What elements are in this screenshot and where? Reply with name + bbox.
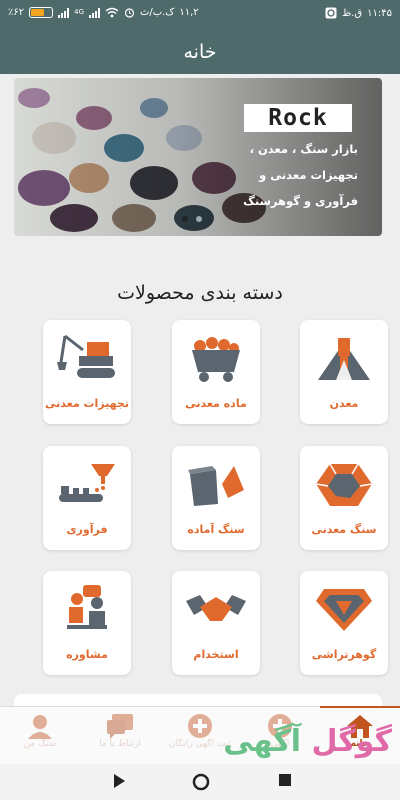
category-label: استخدام: [193, 648, 239, 661]
watermark: گوگل آگهی: [142, 724, 392, 759]
banner-logo: Rock: [244, 104, 352, 132]
day-marker: ق.ظ: [341, 7, 363, 19]
slider-dots: [182, 216, 202, 222]
speed-value: ۱۱,۲: [179, 7, 199, 18]
signal-2-icon: [89, 7, 101, 18]
category-label: فرآوری: [66, 523, 108, 536]
category-processing[interactable]: فرآوری: [43, 446, 131, 550]
app-notification-icon: [325, 7, 337, 19]
page-title: خانه: [183, 41, 217, 63]
watermark-part-1: گوگل: [311, 724, 392, 759]
back-icon[interactable]: [112, 773, 126, 789]
category-label: سنگ معدنی: [311, 523, 377, 536]
category-label: تجهیزات معدنی: [45, 397, 129, 410]
banner-slider[interactable]: Rock بازار سنگ ، معدن ، تجهیزات معدنی و …: [14, 78, 382, 236]
network-tag: 4G: [74, 8, 85, 16]
category-employment[interactable]: استخدام: [172, 571, 260, 675]
clock: ۱۱:۴۵: [367, 7, 392, 19]
banner-text: بازار سنگ ، معدن ، تجهیزات معدنی و فرآور…: [198, 136, 358, 214]
banner-line-3: فرآوری و گوهرسنگ: [243, 194, 358, 208]
nav-my-stone[interactable]: سنگ من: [0, 707, 80, 765]
processing-funnel-icon: [59, 464, 115, 502]
battery-icon: [29, 7, 54, 18]
recents-icon[interactable]: [278, 773, 292, 787]
category-ready-stone[interactable]: سنگ آماده: [172, 446, 260, 550]
category-label: گوهرتراشی: [311, 648, 377, 661]
category-consultation[interactable]: مشاوره: [43, 571, 131, 675]
status-bar: ٪۶۲ 4G ک.ب/ث ۱۱,۲ ق.ظ ۱۱:۴۵: [0, 0, 400, 30]
signal-icon: [58, 7, 70, 18]
category-label: سنگ آماده: [187, 523, 245, 536]
category-label: معدن: [329, 397, 359, 410]
mine-icon: [318, 338, 370, 380]
wifi-icon: [105, 7, 119, 18]
category-gem-cutting[interactable]: گوهرتراشی: [300, 571, 388, 675]
alarm-icon: [124, 8, 135, 18]
status-right: ق.ظ ۱۱:۴۵: [325, 7, 392, 19]
status-left: ٪۶۲ 4G ک.ب/ث ۱۱,۲: [8, 7, 199, 18]
home-circle-icon[interactable]: [192, 773, 210, 791]
mine-cart-icon: [192, 337, 240, 382]
handshake-icon: [186, 595, 246, 621]
category-label: ماده معدنی: [185, 397, 247, 410]
slider-dot-2[interactable]: [196, 216, 202, 222]
category-mine[interactable]: معدن: [300, 320, 388, 424]
speed-unit: ک.ب/ث: [140, 7, 175, 18]
cut-stone-icon: [188, 466, 244, 506]
system-nav-bar: [0, 764, 400, 800]
banner-line-1: بازار سنگ ، معدن ،: [249, 142, 358, 156]
category-mining-equipment[interactable]: تجهیزات معدنی: [43, 320, 131, 424]
user-icon: [28, 715, 52, 739]
section-title: دسته بندی محصولات: [117, 282, 283, 304]
slider-dot-1[interactable]: [182, 216, 188, 222]
category-mineral-material[interactable]: ماده معدنی: [172, 320, 260, 424]
ore-stone-icon: [315, 463, 373, 506]
chat-icon: [107, 714, 133, 739]
category-label: مشاوره: [66, 648, 108, 661]
excavator-icon: [57, 334, 115, 378]
battery-percent: ٪۶۲: [8, 7, 25, 18]
consultation-icon: [67, 585, 107, 629]
gem-icon: [316, 589, 372, 631]
nav-my-stone-label: سنگ من: [23, 739, 57, 749]
app-bar: خانه: [0, 30, 400, 74]
category-ore-stone[interactable]: سنگ معدنی: [300, 446, 388, 550]
watermark-part-2: آگهی: [223, 724, 302, 759]
banner-line-2: تجهیزات معدنی و: [259, 168, 358, 182]
